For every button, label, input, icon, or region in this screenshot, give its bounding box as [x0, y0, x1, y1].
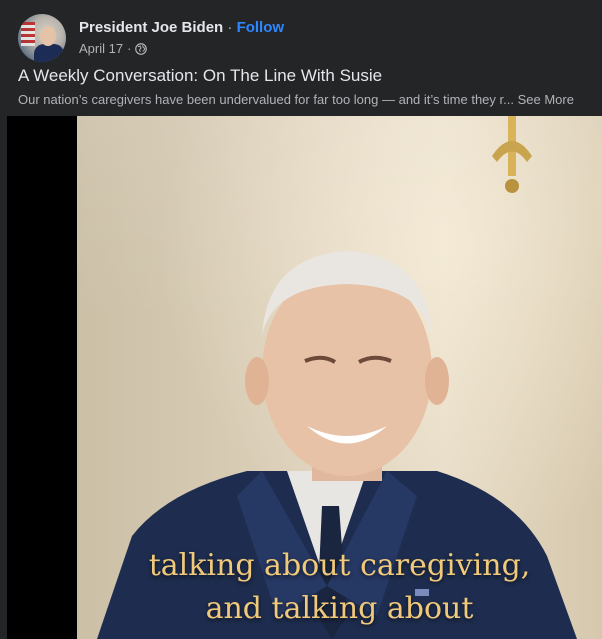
- avatar-suit: [34, 44, 64, 62]
- avatar-face: [40, 26, 56, 46]
- follow-button[interactable]: Follow: [237, 19, 285, 36]
- globe-icon[interactable]: [135, 42, 148, 55]
- post-meta: April 17 ·: [79, 41, 148, 56]
- video-caption-line-2: and talking about: [205, 591, 474, 626]
- video-frame[interactable]: talking about caregiving, and talking ab…: [77, 116, 602, 639]
- post-date[interactable]: April 17: [79, 41, 123, 56]
- author-row: President Joe Biden · Follow: [79, 19, 284, 36]
- meta-separator: ·: [127, 41, 132, 56]
- flag-graphic: [21, 22, 35, 46]
- post-description: Our nation’s caregivers have been underv…: [18, 92, 602, 107]
- video-caption-line-1: talking about caregiving,: [148, 548, 531, 583]
- post-header: President Joe Biden · Follow April 17 · …: [0, 0, 602, 116]
- wall-sconce-graphic: [492, 116, 532, 193]
- author-avatar[interactable]: [18, 14, 66, 62]
- video-player[interactable]: talking about caregiving, and talking ab…: [7, 116, 602, 639]
- separator-dot: ·: [227, 19, 233, 36]
- description-text: Our nation’s caregivers have been underv…: [18, 92, 514, 107]
- author-name[interactable]: President Joe Biden: [79, 19, 223, 36]
- post-title[interactable]: A Weekly Conversation: On The Line With …: [18, 66, 382, 86]
- see-more-link[interactable]: See More: [518, 92, 574, 107]
